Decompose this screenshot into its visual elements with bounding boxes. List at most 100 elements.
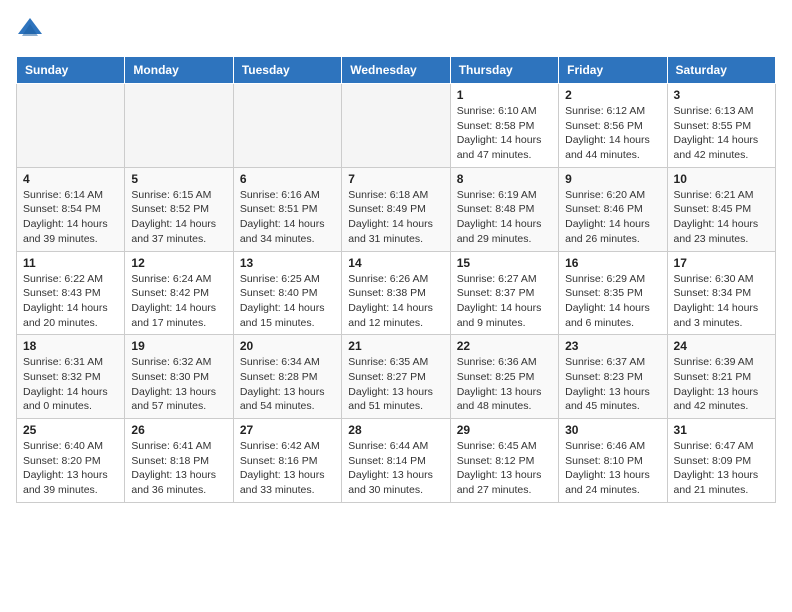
day-number: 22 <box>457 339 552 353</box>
day-info: Sunrise: 6:32 AM Sunset: 8:30 PM Dayligh… <box>131 355 226 414</box>
day-number: 3 <box>674 88 769 102</box>
day-info: Sunrise: 6:37 AM Sunset: 8:23 PM Dayligh… <box>565 355 660 414</box>
day-info: Sunrise: 6:21 AM Sunset: 8:45 PM Dayligh… <box>674 188 769 247</box>
day-info: Sunrise: 6:31 AM Sunset: 8:32 PM Dayligh… <box>23 355 118 414</box>
day-info: Sunrise: 6:12 AM Sunset: 8:56 PM Dayligh… <box>565 104 660 163</box>
calendar-day-cell: 8 Sunrise: 6:19 AM Sunset: 8:48 PM Daylig… <box>450 167 558 251</box>
day-number: 30 <box>565 423 660 437</box>
calendar-day-cell: 19 Sunrise: 6:32 AM Sunset: 8:30 PM Dayli… <box>125 335 233 419</box>
weekday-header: Thursday <box>450 57 558 84</box>
calendar-day-cell: 13Sunrise: 6:25 AM Sunset: 8:40 PM Dayli… <box>233 251 341 335</box>
logo <box>16 16 48 44</box>
calendar-day-cell: 29Sunrise: 6:45 AM Sunset: 8:12 PM Dayli… <box>450 419 558 503</box>
calendar-day-cell: 15Sunrise: 6:27 AM Sunset: 8:37 PM Dayli… <box>450 251 558 335</box>
calendar-day-cell: 17 Sunrise: 6:30 AM Sunset: 8:34 PM Dayli… <box>667 251 775 335</box>
calendar-day-cell <box>342 84 450 168</box>
weekday-header: Sunday <box>17 57 125 84</box>
day-number: 18 <box>23 339 118 353</box>
calendar-week-row: 1 Sunrise: 6:10 AM Sunset: 8:58 PM Daylig… <box>17 84 776 168</box>
calendar-day-cell: 11Sunrise: 6:22 AM Sunset: 8:43 PM Dayli… <box>17 251 125 335</box>
calendar-day-cell: 31Sunrise: 6:47 AM Sunset: 8:09 PM Dayli… <box>667 419 775 503</box>
day-info: Sunrise: 6:35 AM Sunset: 8:27 PM Dayligh… <box>348 355 443 414</box>
day-info: Sunrise: 6:20 AM Sunset: 8:46 PM Dayligh… <box>565 188 660 247</box>
calendar-week-row: 18 Sunrise: 6:31 AM Sunset: 8:32 PM Dayli… <box>17 335 776 419</box>
page-header <box>16 16 776 44</box>
calendar-week-row: 11Sunrise: 6:22 AM Sunset: 8:43 PM Dayli… <box>17 251 776 335</box>
calendar-table: SundayMondayTuesdayWednesdayThursdayFrid… <box>16 56 776 503</box>
day-number: 11 <box>23 256 118 270</box>
day-number: 27 <box>240 423 335 437</box>
calendar-day-cell: 21 Sunrise: 6:35 AM Sunset: 8:27 PM Dayli… <box>342 335 450 419</box>
weekday-header: Saturday <box>667 57 775 84</box>
day-number: 28 <box>348 423 443 437</box>
day-info: Sunrise: 6:39 AM Sunset: 8:21 PM Dayligh… <box>674 355 769 414</box>
day-number: 8 <box>457 172 552 186</box>
day-info: Sunrise: 6:29 AM Sunset: 8:35 PM Dayligh… <box>565 272 660 331</box>
day-info: Sunrise: 6:36 AM Sunset: 8:25 PM Dayligh… <box>457 355 552 414</box>
day-number: 12 <box>131 256 226 270</box>
weekday-header: Wednesday <box>342 57 450 84</box>
calendar-day-cell: 4 Sunrise: 6:14 AM Sunset: 8:54 PM Daylig… <box>17 167 125 251</box>
calendar-day-cell: 1 Sunrise: 6:10 AM Sunset: 8:58 PM Daylig… <box>450 84 558 168</box>
day-number: 26 <box>131 423 226 437</box>
day-number: 17 <box>674 256 769 270</box>
calendar-week-row: 25 Sunrise: 6:40 AM Sunset: 8:20 PM Dayli… <box>17 419 776 503</box>
day-number: 6 <box>240 172 335 186</box>
calendar-day-cell: 22 Sunrise: 6:36 AM Sunset: 8:25 PM Dayli… <box>450 335 558 419</box>
calendar-day-cell: 23 Sunrise: 6:37 AM Sunset: 8:23 PM Dayli… <box>559 335 667 419</box>
calendar-day-cell: 14Sunrise: 6:26 AM Sunset: 8:38 PM Dayli… <box>342 251 450 335</box>
calendar-day-cell: 5 Sunrise: 6:15 AM Sunset: 8:52 PM Daylig… <box>125 167 233 251</box>
calendar-day-cell: 3Sunrise: 6:13 AM Sunset: 8:55 PM Daylig… <box>667 84 775 168</box>
calendar-day-cell: 10 Sunrise: 6:21 AM Sunset: 8:45 PM Dayli… <box>667 167 775 251</box>
day-info: Sunrise: 6:14 AM Sunset: 8:54 PM Dayligh… <box>23 188 118 247</box>
day-number: 23 <box>565 339 660 353</box>
day-number: 16 <box>565 256 660 270</box>
day-info: Sunrise: 6:26 AM Sunset: 8:38 PM Dayligh… <box>348 272 443 331</box>
calendar-day-cell: 27Sunrise: 6:42 AM Sunset: 8:16 PM Dayli… <box>233 419 341 503</box>
calendar-day-cell: 25 Sunrise: 6:40 AM Sunset: 8:20 PM Dayli… <box>17 419 125 503</box>
calendar-day-cell: 6 Sunrise: 6:16 AM Sunset: 8:51 PM Daylig… <box>233 167 341 251</box>
day-info: Sunrise: 6:10 AM Sunset: 8:58 PM Dayligh… <box>457 104 552 163</box>
calendar-week-row: 4 Sunrise: 6:14 AM Sunset: 8:54 PM Daylig… <box>17 167 776 251</box>
calendar-day-cell <box>17 84 125 168</box>
day-number: 5 <box>131 172 226 186</box>
day-info: Sunrise: 6:24 AM Sunset: 8:42 PM Dayligh… <box>131 272 226 331</box>
day-number: 24 <box>674 339 769 353</box>
day-info: Sunrise: 6:30 AM Sunset: 8:34 PM Dayligh… <box>674 272 769 331</box>
day-number: 1 <box>457 88 552 102</box>
day-number: 31 <box>674 423 769 437</box>
calendar-day-cell <box>125 84 233 168</box>
calendar-day-cell: 18 Sunrise: 6:31 AM Sunset: 8:32 PM Dayli… <box>17 335 125 419</box>
calendar-day-cell: 26 Sunrise: 6:41 AM Sunset: 8:18 PM Dayli… <box>125 419 233 503</box>
weekday-header: Tuesday <box>233 57 341 84</box>
day-info: Sunrise: 6:27 AM Sunset: 8:37 PM Dayligh… <box>457 272 552 331</box>
day-number: 10 <box>674 172 769 186</box>
day-number: 13 <box>240 256 335 270</box>
day-info: Sunrise: 6:40 AM Sunset: 8:20 PM Dayligh… <box>23 439 118 498</box>
calendar-day-cell: 9 Sunrise: 6:20 AM Sunset: 8:46 PM Daylig… <box>559 167 667 251</box>
day-number: 9 <box>565 172 660 186</box>
day-info: Sunrise: 6:41 AM Sunset: 8:18 PM Dayligh… <box>131 439 226 498</box>
calendar-day-cell: 16 Sunrise: 6:29 AM Sunset: 8:35 PM Dayli… <box>559 251 667 335</box>
calendar-day-cell: 7Sunrise: 6:18 AM Sunset: 8:49 PM Daylig… <box>342 167 450 251</box>
calendar-day-cell: 12 Sunrise: 6:24 AM Sunset: 8:42 PM Dayli… <box>125 251 233 335</box>
day-number: 29 <box>457 423 552 437</box>
day-number: 25 <box>23 423 118 437</box>
day-info: Sunrise: 6:16 AM Sunset: 8:51 PM Dayligh… <box>240 188 335 247</box>
calendar-day-cell: 2 Sunrise: 6:12 AM Sunset: 8:56 PM Daylig… <box>559 84 667 168</box>
day-info: Sunrise: 6:15 AM Sunset: 8:52 PM Dayligh… <box>131 188 226 247</box>
day-info: Sunrise: 6:34 AM Sunset: 8:28 PM Dayligh… <box>240 355 335 414</box>
day-info: Sunrise: 6:44 AM Sunset: 8:14 PM Dayligh… <box>348 439 443 498</box>
calendar-day-cell: 24 Sunrise: 6:39 AM Sunset: 8:21 PM Dayli… <box>667 335 775 419</box>
day-number: 2 <box>565 88 660 102</box>
day-info: Sunrise: 6:19 AM Sunset: 8:48 PM Dayligh… <box>457 188 552 247</box>
calendar-header-row: SundayMondayTuesdayWednesdayThursdayFrid… <box>17 57 776 84</box>
day-number: 20 <box>240 339 335 353</box>
day-number: 4 <box>23 172 118 186</box>
logo-icon <box>16 16 44 44</box>
day-number: 19 <box>131 339 226 353</box>
weekday-header: Monday <box>125 57 233 84</box>
day-number: 21 <box>348 339 443 353</box>
calendar-day-cell <box>233 84 341 168</box>
weekday-header: Friday <box>559 57 667 84</box>
